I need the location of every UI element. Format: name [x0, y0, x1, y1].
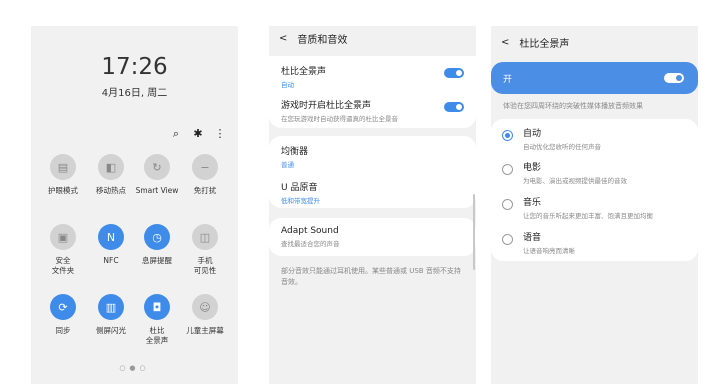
- row-title: 杜比全景声: [281, 67, 327, 77]
- option-title: 自动: [523, 129, 542, 139]
- row-title: 均衡器: [281, 147, 309, 157]
- uhq-upscaler-row[interactable]: U 品原音 低和带宽提升: [269, 180, 476, 205]
- dolby-gaming-toggle[interactable]: [444, 102, 464, 112]
- radio-icon[interactable]: [502, 234, 513, 245]
- sync-icon: ⟳: [50, 294, 76, 320]
- search-icon[interactable]: ⌕: [170, 128, 182, 140]
- tile-label: 儿童主屏幕: [186, 326, 224, 335]
- gear-icon[interactable]: ✱: [192, 128, 204, 140]
- smart-view-icon: ↻: [144, 154, 170, 180]
- dolby-icon: ◘: [144, 294, 170, 320]
- secure-folder-icon: ▣: [50, 224, 76, 250]
- equalizer-row[interactable]: 均衡器 普通: [269, 144, 476, 169]
- option-subtitle: 自动优化您收听的任何声音: [523, 143, 601, 151]
- row-subtitle: 低和带宽提升: [281, 197, 320, 205]
- phone-visibility-icon: ◫: [192, 224, 218, 250]
- headphone-note: 部分音效只能通过耳机使用。某些普通或 USB 音频不支持音效。: [281, 267, 461, 286]
- row-subtitle: 查找最适合您的声音: [281, 240, 340, 248]
- do-not-disturb-icon: −: [192, 154, 218, 180]
- option-movie[interactable]: 电影 为电影、演出或视频提供最佳的音效: [491, 160, 698, 196]
- tile-label: 手机 可见性: [193, 256, 217, 275]
- mode-options-card: 自动 自动优化您收听的任何声音 电影 为电影、演出或视频提供最佳的音效 音乐 让…: [491, 119, 698, 261]
- back-arrow-icon[interactable]: <: [279, 33, 287, 44]
- eye-comfort-icon: ▤: [50, 154, 76, 180]
- quick-settings-panel: 17:26 4月16日, 周二 ⌕ ✱ ⋮ ▤ 护眼模式 ◧ 移动热点 ↻ Sm…: [31, 26, 238, 384]
- row-title: 游戏时开启杜比全景声: [281, 101, 372, 111]
- master-switch-bar[interactable]: 开: [491, 62, 698, 94]
- edge-lighting-icon: ▥: [98, 294, 124, 320]
- dolby-atmos-toggle[interactable]: [444, 68, 464, 78]
- page-indicator: ○●○: [119, 364, 150, 372]
- page-title: 杜比全景声: [519, 38, 570, 50]
- equalizer-card: 均衡器 普通 U 品原音 低和带宽提升: [269, 136, 476, 208]
- row-subtitle: 自动: [281, 81, 294, 89]
- page-title: 音质和音效: [297, 34, 348, 46]
- nfc-icon: N: [98, 224, 124, 250]
- dolby-atmos-row[interactable]: 杜比全景声 自动: [269, 64, 476, 89]
- tile-phone-visibility[interactable]: ◫ 手机 可见性: [175, 224, 235, 276]
- row-subtitle: 普通: [281, 161, 294, 169]
- tile-kids-home[interactable]: ☺ 儿童主屏幕: [175, 294, 235, 336]
- dolby-settings-card: 杜比全景声 自动 游戏时开启杜比全景声 在您玩游戏时自动获得逼真的杜比全景音: [269, 56, 476, 128]
- option-auto[interactable]: 自动 自动优化您收听的任何声音: [491, 126, 698, 162]
- dolby-gaming-row[interactable]: 游戏时开启杜比全景声 在您玩游戏时自动获得逼真的杜比全景音: [269, 98, 476, 123]
- header: < 杜比全景声: [491, 30, 698, 54]
- dolby-atmos-screen: < 杜比全景声 开 体验在您四周环绕的突破性媒体播放音频效果 自动 自动优化您收…: [491, 26, 698, 384]
- option-subtitle: 让语音响亮而清晰: [523, 247, 575, 255]
- master-switch-label: 开: [503, 74, 513, 85]
- option-title: 电影: [523, 163, 542, 173]
- option-title: 音乐: [523, 198, 542, 208]
- radio-icon[interactable]: [502, 199, 513, 210]
- hotspot-icon: ◧: [98, 154, 124, 180]
- radio-icon[interactable]: [502, 164, 513, 175]
- clock: 17:26: [101, 54, 168, 80]
- option-voice[interactable]: 语音 让语音响亮而清晰: [491, 230, 698, 266]
- sound-quality-screen: < 音质和音效 杜比全景声 自动 游戏时开启杜比全景声 在您玩游戏时自动获得逼真…: [269, 26, 476, 384]
- clock-icon: ◷: [144, 224, 170, 250]
- header: < 音质和音效: [269, 26, 476, 50]
- date: 4月16日, 周二: [101, 88, 168, 99]
- kids-icon: ☺: [192, 294, 218, 320]
- row-subtitle: 在您玩游戏时自动获得逼真的杜比全景音: [281, 115, 398, 123]
- more-icon[interactable]: ⋮: [214, 128, 226, 140]
- adapt-sound-row[interactable]: Adapt Sound 查找最适合您的声音: [269, 226, 476, 248]
- option-subtitle: 为电影、演出或视频提供最佳的音效: [523, 177, 627, 185]
- master-toggle[interactable]: [664, 73, 684, 83]
- tile-do-not-disturb[interactable]: − 免打扰: [175, 154, 235, 196]
- description: 体验在您四周环绕的突破性媒体播放音频效果: [503, 102, 643, 110]
- option-music[interactable]: 音乐 让您的音乐听起来更加丰富、饱满且更加均衡: [491, 195, 698, 231]
- option-title: 语音: [523, 233, 542, 243]
- row-title: U 品原音: [281, 183, 318, 193]
- quick-settings-toolbar: ⌕ ✱ ⋮: [170, 128, 226, 140]
- radio-selected-icon[interactable]: [502, 130, 513, 141]
- adapt-sound-card: Adapt Sound 查找最适合您的声音: [269, 218, 476, 256]
- row-title: Adapt Sound: [281, 226, 339, 236]
- tile-label: 免打扰: [193, 186, 217, 195]
- option-subtitle: 让您的音乐听起来更加丰富、饱满且更加均衡: [523, 212, 653, 220]
- scrollbar[interactable]: [473, 194, 475, 270]
- back-arrow-icon[interactable]: <: [501, 37, 509, 48]
